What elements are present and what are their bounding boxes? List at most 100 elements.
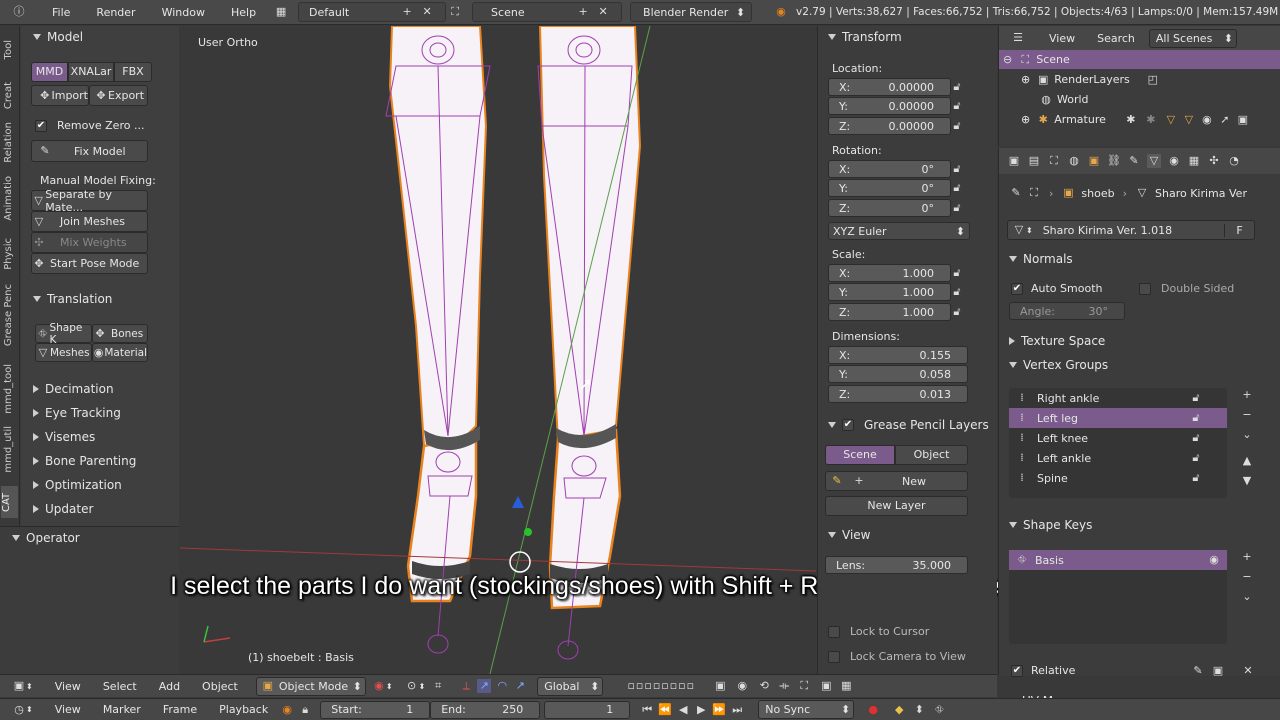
current-frame-field[interactable]: 1 [544,700,631,719]
menu-window[interactable]: Window [162,6,205,19]
visibility-eye-icon[interactable]: ◉ [1207,553,1221,567]
fix-model-button[interactable]: ✎ Fix Model [31,140,148,162]
close-icon[interactable]: ✕ [1241,664,1255,678]
mesh-datablock[interactable]: ▽ ⬍ Sharo Kirima Ver. 1.018 F [1007,220,1255,240]
normals-header[interactable]: Normals [1009,252,1073,266]
timeline-marker-menu[interactable]: Marker [103,703,141,716]
lock-icon[interactable]: 🔓︎ [1189,471,1203,485]
specials-menu-icon[interactable]: ⌄ [1240,590,1254,604]
double-sided-checkbox[interactable]: Double Sided [1139,282,1234,295]
particles-tab-icon[interactable]: ✣ [1207,154,1221,168]
meshes-button[interactable]: ▽ Meshes [35,343,92,362]
scene-icon[interactable]: ⛶ [448,5,462,19]
modifiers-tab-icon[interactable]: ✎ [1127,154,1141,168]
tab-relation[interactable]: Relation [3,122,14,163]
rotation-x[interactable]: X: 0° [828,160,951,178]
end-frame-field[interactable]: End: 250 [430,700,541,719]
pin-shape-icon[interactable]: ✎ [1191,664,1205,678]
play-icon[interactable]: ▶ [694,703,708,717]
render-layers-tab-icon[interactable]: ▤ [1027,154,1041,168]
start-pose-mode-button[interactable]: ✥ Start Pose Mode [31,253,148,274]
pivot-icon[interactable]: ⊙ [405,679,419,693]
outliner-search-menu[interactable]: Search [1097,32,1135,45]
lock-icon[interactable]: 🔓︎ [1189,431,1203,445]
menu-render[interactable]: Render [96,6,135,19]
close-layout-icon[interactable]: ✕ [420,5,434,19]
lock-to-cursor-checkbox[interactable]: Lock to Cursor [828,625,929,638]
lock-icon[interactable]: 🔓︎ [950,119,964,133]
separate-by-material-button[interactable]: ▽ Separate by Mate... [31,188,148,214]
lock-icon[interactable]: 🔓︎ [1189,451,1203,465]
rotate-icon[interactable]: ◠ [495,679,509,693]
operator-header[interactable]: Operator [12,531,80,545]
keying-set-icon[interactable]: ◆ [892,703,906,717]
render-view-icon[interactable]: ▣ [819,679,833,693]
shape-keys-header[interactable]: Shape Keys [1009,518,1092,532]
render-tab-icon[interactable]: ▣ [1007,154,1021,168]
location-x[interactable]: X: 0.00000 [828,78,951,96]
orientation-select[interactable]: Global ⬍ [537,676,604,696]
timeline-editor-icon[interactable]: ◷ [12,703,26,717]
snap-element-icon[interactable]: ⟲ [757,679,771,693]
add-layout-icon[interactable]: + [400,5,414,19]
jump-keyframe-forward-icon[interactable]: ⏩ [712,703,726,717]
tab-mmd-tool[interactable]: mmd_tool [3,364,14,414]
keyframe-icon[interactable]: ⬍ [912,703,926,717]
fake-user-button[interactable]: F [1224,223,1254,237]
keyframe-insert-icon[interactable]: ⛗ [932,703,946,717]
relative-checkbox[interactable]: ✔ Relative [1011,664,1075,677]
list-item[interactable]: ⁞ Left leg 🔓︎ [1009,408,1227,428]
outliner-item-armature[interactable]: ⊕ ✱ Armature ✱ ✱ ▽ ▽ ◉ ➚ ▣ [1021,110,1250,129]
object-tab-icon[interactable]: ▣ [1087,154,1101,168]
outliner-view-menu[interactable]: View [1049,32,1075,45]
export-button[interactable]: ✥ Export [89,85,148,106]
lock-icon[interactable]: 🔓︎ [950,99,964,113]
grease-pencil-layers-header[interactable]: ✔ Grease Pencil Layers [828,418,989,432]
rotation-y[interactable]: Y: 0° [828,179,951,197]
new-layer-button[interactable]: New Layer [825,496,968,516]
render-camera-icon[interactable]: ▣ [1236,113,1250,127]
render-engine-select[interactable]: Blender Render ⬍ [630,2,753,22]
transform-header[interactable]: Transform [828,30,902,44]
list-item[interactable]: ⁞ Left ankle 🔓︎ [1009,448,1227,468]
sync-select[interactable]: No Sync ⬍ [758,700,855,719]
remove-zero-checkbox[interactable]: ✔ Remove Zero ... [35,119,144,132]
menu-file[interactable]: File [52,6,70,19]
snap-align-icon[interactable]: ⛶ [797,679,811,693]
layer-lock-icon[interactable]: ▣ [713,679,727,693]
gp-scene-tab[interactable]: Scene [825,445,895,465]
add-scene-icon[interactable]: + [576,5,590,19]
view-panel-header[interactable]: View [828,528,870,542]
mesh-name-field[interactable]: Sharo Kirima Ver. 1.018 [1043,224,1172,237]
lock-icon[interactable]: 🔓︎ [950,266,964,280]
record-icon[interactable]: ● [866,703,880,717]
add-shape-key-icon[interactable]: + [1240,550,1254,564]
jump-end-icon[interactable]: ⏭ [730,703,744,717]
data-tab-icon[interactable]: ▽ [1147,154,1161,168]
info-icon[interactable]: ⓘ [12,5,26,19]
move-up-icon[interactable]: ▲ [1240,454,1254,468]
import-button[interactable]: ✥ Import [31,85,89,106]
timeline-playback-menu[interactable]: Playback [219,703,268,716]
lock-icon[interactable]: 🔓︎ [950,162,964,176]
panel-optimization[interactable]: Optimization [33,478,122,492]
visibility-eye-icon[interactable]: ◉ [1200,113,1214,127]
panel-model-header[interactable]: Model [33,30,83,44]
layout-grid-icon[interactable]: ▦ [274,5,288,19]
tab-xnalara[interactable]: XNALar [68,62,114,82]
jump-start-icon[interactable]: ⏮ [640,703,654,717]
close-scene-icon[interactable]: ✕ [596,5,610,19]
object-menu[interactable]: Object [202,680,238,693]
view-menu[interactable]: View [55,680,81,693]
angle-field[interactable]: Angle: 30° [1009,302,1125,320]
panel-eye-tracking[interactable]: Eye Tracking [33,406,121,420]
scene-preview-icon[interactable]: ◉ [280,703,294,717]
lock-icon[interactable]: 🔓︎ [950,305,964,319]
auto-smooth-checkbox[interactable]: ✔ Auto Smooth [1011,282,1102,295]
layers-grid-icon[interactable]: ▫▫▫▫▫▫▫▫ [613,679,709,693]
texture-space-header[interactable]: Texture Space [1009,334,1105,348]
mode-select[interactable]: ▣ Object Mode ⬍ [255,676,366,696]
scale-y[interactable]: Y: 1.000 [828,283,951,301]
opengl-render-icon[interactable]: ▦ [839,679,853,693]
shape-lock-icon[interactable]: ▣ [1211,664,1225,678]
